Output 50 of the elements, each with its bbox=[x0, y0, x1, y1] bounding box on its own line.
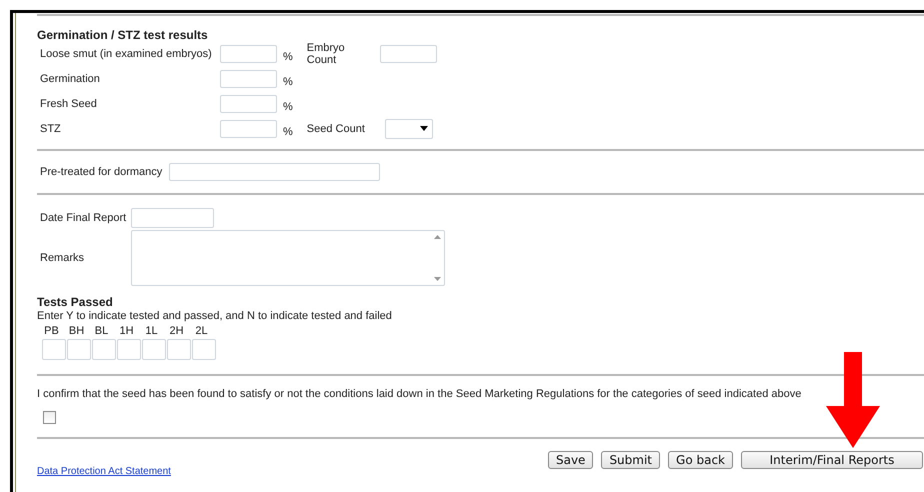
percent-input[interactable] bbox=[220, 94, 277, 112]
field-label: Loose smut (in examined embryos) bbox=[40, 48, 213, 60]
arrow-icon bbox=[826, 352, 880, 448]
test-code-input[interactable] bbox=[142, 339, 166, 360]
test-code-label: 2L bbox=[194, 325, 209, 337]
test-code-input[interactable] bbox=[67, 339, 91, 360]
field-label: Germination bbox=[40, 72, 101, 84]
field-label: Date Final Report bbox=[40, 212, 128, 224]
count-dropdown[interactable] bbox=[384, 118, 433, 138]
confirmation-text: I confirm that the seed has been found to satisfy or not the conditions laid down in the Seed Marketing Regulations for the categories of seed indicated above bbox=[37, 388, 802, 400]
form-button[interactable]: Save bbox=[548, 451, 594, 469]
field-label: Pre-treated for dormancy bbox=[40, 166, 162, 178]
field-label: Seed Count bbox=[306, 122, 366, 134]
percent-input[interactable] bbox=[220, 120, 277, 138]
percent-input[interactable] bbox=[220, 44, 277, 62]
test-code-label: PB bbox=[43, 325, 60, 337]
scroll-up-icon[interactable] bbox=[434, 235, 440, 239]
test-code-label: 1H bbox=[118, 325, 135, 337]
field-label: STZ bbox=[40, 122, 62, 134]
test-code-input[interactable] bbox=[92, 339, 116, 360]
test-code-input[interactable] bbox=[117, 339, 141, 360]
count-input[interactable] bbox=[380, 44, 437, 62]
instructions-text: Enter Y to indicate tested and passed, and N to indicate tested and failed bbox=[37, 310, 393, 322]
test-code-label: 1L bbox=[144, 325, 159, 337]
unit-label: % bbox=[283, 76, 293, 88]
test-code-input[interactable] bbox=[167, 339, 191, 360]
field-label: Embryo Count bbox=[306, 42, 346, 66]
section-title: Tests Passed bbox=[37, 295, 114, 309]
percent-input[interactable] bbox=[220, 70, 277, 88]
test-code-input[interactable] bbox=[42, 339, 66, 360]
confirm-checkbox[interactable] bbox=[43, 411, 56, 424]
test-code-label: 2H bbox=[168, 325, 185, 337]
test-code-input[interactable] bbox=[192, 339, 216, 360]
test-code-label: BL bbox=[94, 325, 110, 337]
date-input[interactable] bbox=[131, 208, 214, 228]
form-button[interactable]: Submit bbox=[601, 451, 660, 469]
unit-label: % bbox=[283, 101, 293, 113]
section-title: Germination / STZ test results bbox=[37, 28, 209, 42]
remarks-textarea[interactable] bbox=[131, 230, 445, 286]
caret-icon bbox=[420, 126, 428, 131]
unit-label: % bbox=[283, 126, 293, 138]
text-input[interactable] bbox=[169, 163, 380, 181]
form-button[interactable]: Go back bbox=[668, 451, 733, 469]
scroll-down-icon[interactable] bbox=[434, 277, 440, 281]
unit-label: % bbox=[283, 51, 293, 63]
field-label: Fresh Seed bbox=[40, 98, 98, 110]
field-label: Remarks bbox=[40, 252, 86, 264]
form-button[interactable]: Interim/Final Reports bbox=[741, 451, 923, 469]
data-protection-link[interactable]: Data Protection Act Statement bbox=[37, 466, 171, 477]
test-code-label: BH bbox=[68, 325, 86, 337]
